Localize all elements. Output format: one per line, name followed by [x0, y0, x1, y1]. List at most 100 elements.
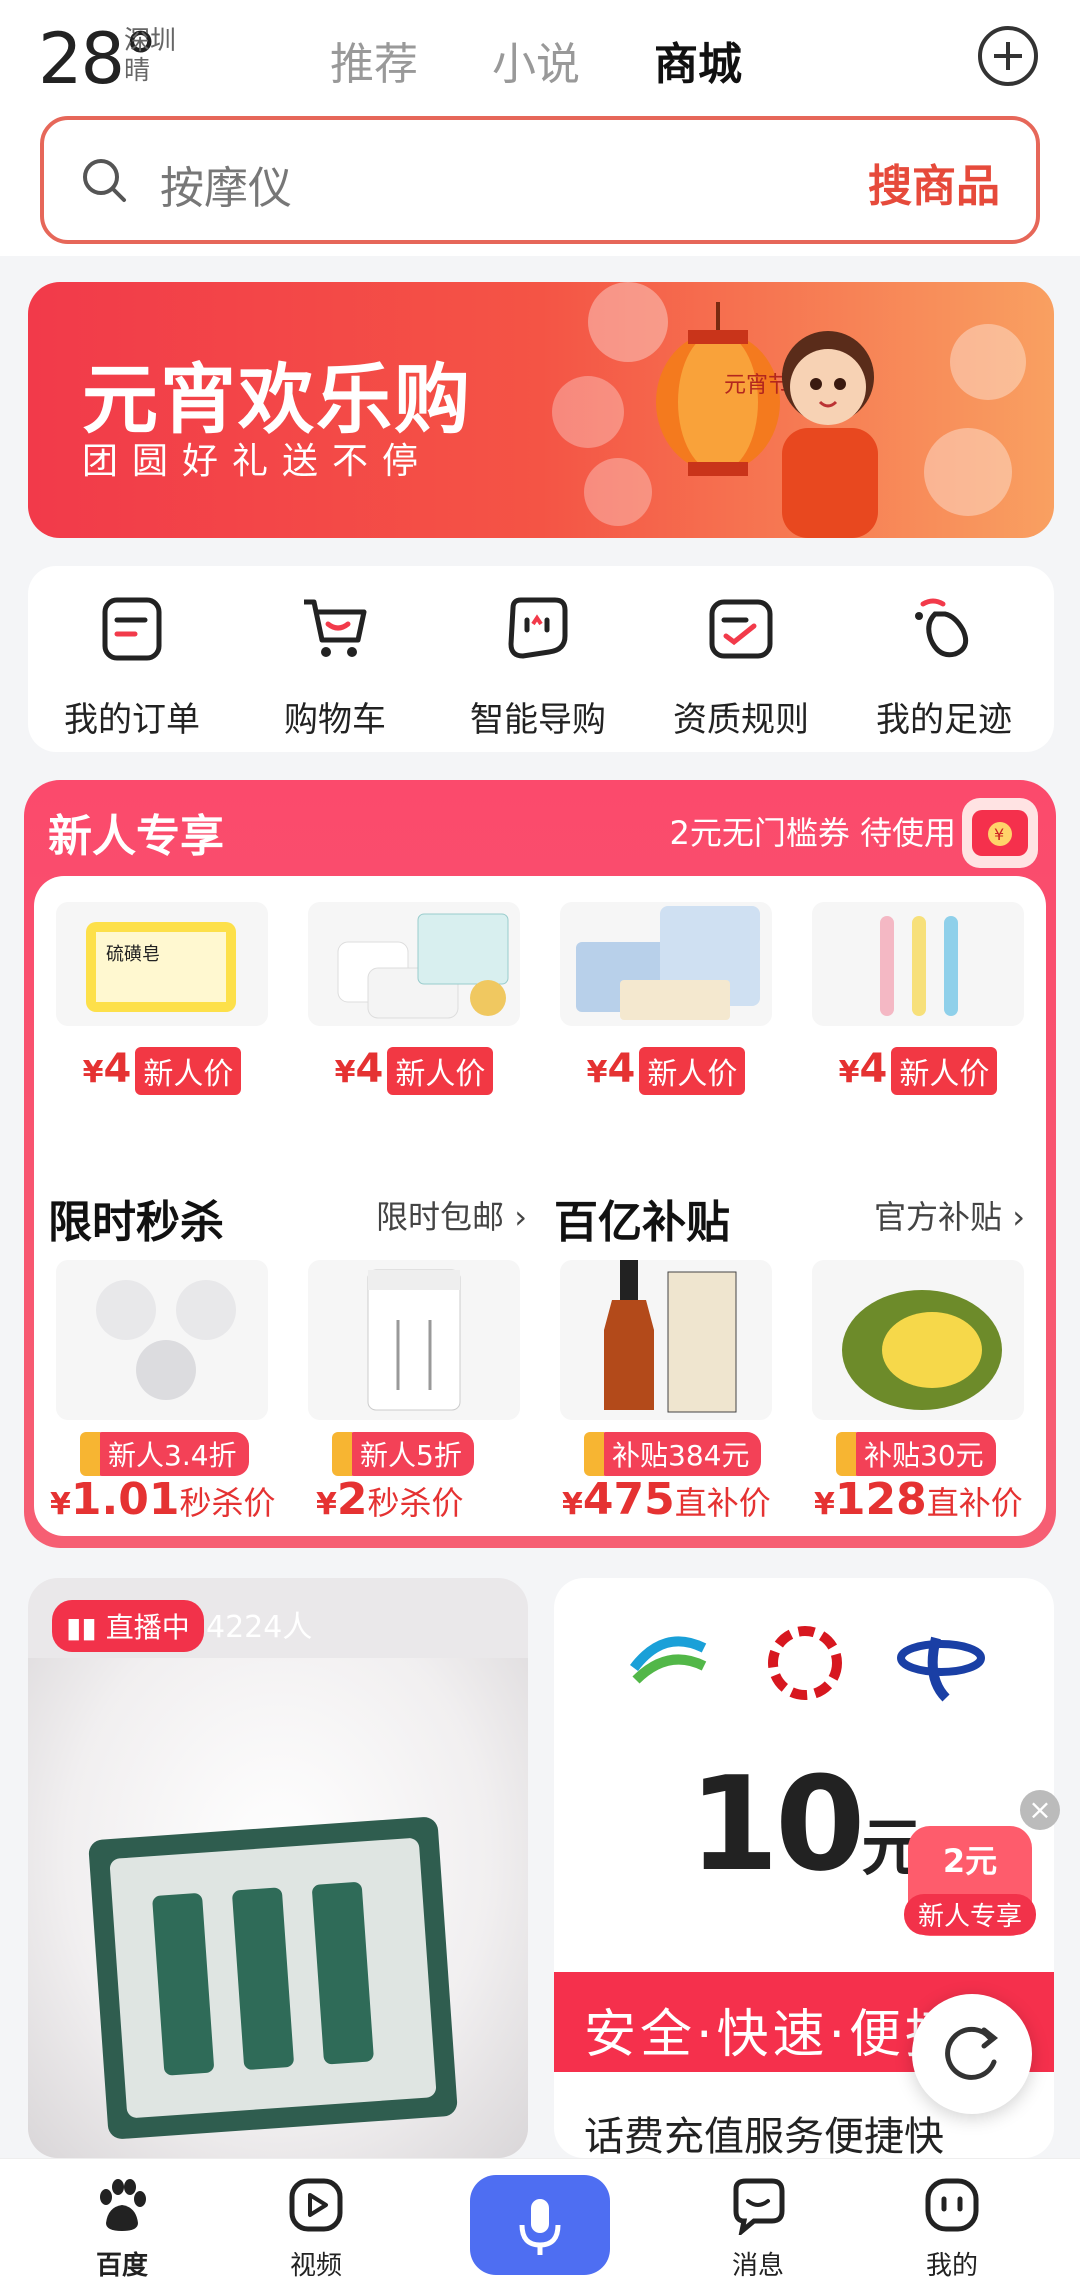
- subsidy-item[interactable]: 补贴384元 ¥475直补价: [550, 1260, 782, 1525]
- china-telecom-icon: [897, 1636, 985, 1702]
- product-price: ¥4 新人价: [802, 1046, 1034, 1095]
- bottom-nav-video[interactable]: 视频: [256, 2175, 376, 2282]
- flash-sale-price: ¥2秒杀价: [316, 1474, 464, 1525]
- flash-sale-title: 限时秒杀: [48, 1197, 224, 1248]
- float-widget-value: 2元: [942, 1842, 998, 1880]
- newcomer-section: 新人专享 2元无门槛券 待使用 ¥ 硫磺皂 ¥4 新人价 ¥4 新人价 ¥4 新人价: [24, 780, 1056, 1548]
- newcomer-product-card[interactable]: ¥4 新人价: [298, 902, 530, 1102]
- video-play-icon: [289, 2178, 343, 2232]
- live-viewer-count: 4224人: [206, 1610, 313, 1645]
- voice-search-button[interactable]: [470, 2175, 610, 2275]
- quick-nav-label: 我的足迹: [876, 700, 1012, 740]
- promo-banner[interactable]: 元宵欢乐购 团圆好礼送不停 元宵节: [28, 282, 1054, 538]
- quick-nav-ai-guide[interactable]: 智能导购: [438, 594, 638, 741]
- subsidy-price: ¥475直补价: [562, 1474, 771, 1525]
- product-image: [87, 1816, 459, 2140]
- flash-sale-price: ¥1.01秒杀价: [50, 1474, 276, 1525]
- product-price: ¥4 新人价: [298, 1046, 530, 1095]
- svg-text:¥: ¥: [994, 825, 1004, 844]
- topup-description: 话费充值服务便捷快: [584, 2114, 944, 2158]
- product-image: [308, 902, 520, 1026]
- quick-nav-cart[interactable]: 购物车: [235, 594, 435, 741]
- live-stream-card[interactable]: ▮▮ 直播中 4224人: [28, 1578, 528, 2158]
- product-price: ¥4 新人价: [550, 1046, 782, 1095]
- footprint-icon: [915, 598, 969, 658]
- search-bar[interactable]: 按摩仪 搜商品: [40, 116, 1040, 244]
- product-image: 硫磺皂: [56, 902, 268, 1026]
- subsidy-link[interactable]: 官方补贴 ›: [874, 1192, 1025, 1238]
- flash-sale-item[interactable]: 新人3.4折 ¥1.01秒杀价: [46, 1260, 278, 1525]
- coupon-envelope-icon[interactable]: ¥: [962, 798, 1038, 868]
- tab-recommend[interactable]: 推荐: [330, 28, 418, 92]
- tab-mall[interactable]: 商城: [654, 28, 742, 92]
- profile-icon: [925, 2178, 979, 2232]
- bottom-nav-label: 我的: [925, 2251, 978, 2281]
- product-image: [812, 1260, 1024, 1420]
- subsidy-chip: 补贴384元: [583, 1432, 762, 1476]
- float-widget-label: 新人专享: [904, 1894, 1036, 1935]
- microphone-icon: [519, 2199, 561, 2255]
- search-icon: [83, 159, 126, 202]
- bottom-nav-me[interactable]: 我的: [892, 2175, 1012, 2282]
- search-input[interactable]: 按摩仪: [160, 152, 292, 216]
- banner-illustration: 元宵节: [552, 282, 1026, 538]
- message-icon: [733, 2178, 785, 2238]
- subsidy-price: ¥128直补价: [814, 1474, 1023, 1525]
- bottom-nav-label: 百度: [95, 2251, 148, 2281]
- lantern-text: 元宵节: [724, 373, 790, 398]
- newcomer-products-panel: 硫磺皂 ¥4 新人价 ¥4 新人价 ¥4 新人价 ¥4 新人价 限时秒杀 限时包邮 › …: [34, 876, 1046, 1536]
- newcomer-product-card[interactable]: ¥4 新人价: [802, 902, 1034, 1102]
- live-icon: ▮▮: [66, 1611, 106, 1644]
- subsidy-item[interactable]: 补贴30元 ¥128直补价: [802, 1260, 1034, 1525]
- quick-nav-label: 购物车: [284, 700, 386, 740]
- product-image: [308, 1260, 520, 1420]
- rules-icon: [709, 599, 773, 659]
- search-button[interactable]: 搜商品: [868, 150, 1000, 214]
- newcomer-product-card[interactable]: 硫磺皂 ¥4 新人价: [46, 902, 278, 1102]
- quick-nav-orders[interactable]: 我的订单: [32, 594, 232, 741]
- product-image-label: 硫磺皂: [106, 944, 160, 965]
- refresh-icon: [945, 2026, 999, 2080]
- newcomer-title: 新人专享: [48, 811, 224, 862]
- quick-nav-label: 智能导购: [470, 700, 606, 740]
- tab-novel[interactable]: 小说: [492, 28, 580, 92]
- china-unicom-icon: [768, 1626, 842, 1700]
- bottom-nav-messages[interactable]: 消息: [698, 2175, 818, 2282]
- subsidy-title: 百亿补贴: [554, 1197, 730, 1248]
- weather-location: 深圳 晴: [124, 26, 176, 86]
- bottom-nav-label: 视频: [289, 2251, 342, 2281]
- product-image: [812, 902, 1024, 1026]
- newcomer-float-widget[interactable]: 2元 新人专享: [904, 1826, 1036, 1936]
- product-image: [560, 902, 772, 1026]
- discount-chip: 新人3.4折: [80, 1432, 249, 1476]
- product-price: ¥4 新人价: [46, 1046, 278, 1095]
- topup-slogan: 安全·快速·便捷: [584, 2005, 962, 2065]
- subsidy-chip: 补贴30元: [836, 1432, 996, 1476]
- add-icon[interactable]: [978, 26, 1038, 86]
- refresh-button[interactable]: [912, 1994, 1032, 2114]
- quick-nav-footprint[interactable]: 我的足迹: [844, 594, 1044, 741]
- close-icon[interactable]: ×: [1020, 1790, 1060, 1830]
- quick-nav-label: 我的订单: [64, 700, 200, 740]
- cart-icon: [304, 599, 367, 657]
- order-icon: [102, 597, 162, 661]
- bottom-nav-baidu[interactable]: 百度: [62, 2175, 182, 2282]
- newcomer-product-card[interactable]: ¥4 新人价: [550, 902, 782, 1102]
- banner-subtitle: 团圆好礼送不停: [82, 441, 433, 482]
- product-image: [56, 1260, 268, 1420]
- bottom-nav: 百度 视频 消息 我的: [0, 2158, 1080, 2289]
- live-badge: ▮▮ 直播中: [52, 1600, 204, 1652]
- quick-nav: 我的订单 购物车 智能导购 资质规则 我的足迹: [28, 566, 1054, 752]
- flash-sale-item[interactable]: 新人5折 ¥2秒杀价: [298, 1260, 530, 1525]
- discount-chip: 新人5折: [332, 1432, 474, 1476]
- newcomer-coupon[interactable]: 2元无门槛券 待使用: [669, 808, 956, 854]
- baidu-paw-icon: [100, 2179, 146, 2231]
- china-mobile-icon: [630, 1636, 707, 1684]
- top-header: 28° 深圳 晴 推荐 小说 商城 按摩仪 搜商品: [0, 0, 1080, 256]
- city-name: 深圳: [124, 26, 177, 56]
- quick-nav-rules[interactable]: 资质规则: [641, 594, 841, 741]
- ai-guide-icon: [508, 597, 568, 659]
- weather-text: 晴: [124, 56, 151, 86]
- product-image: [560, 1260, 772, 1420]
- flash-sale-link[interactable]: 限时包邮 ›: [376, 1192, 527, 1238]
